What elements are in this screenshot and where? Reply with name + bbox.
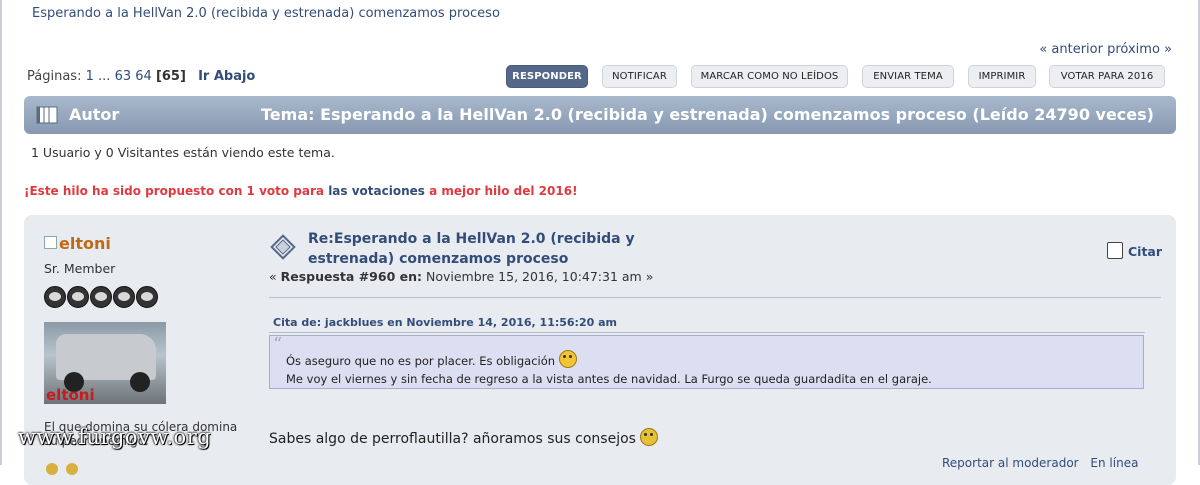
topic-title-header: Tema: Esperando a la HellVan 2.0 (recibi… — [261, 105, 1154, 124]
post-footer-links: Reportar al moderador En línea — [942, 456, 1138, 470]
rank-star-icon — [136, 286, 158, 308]
mark-unread-button[interactable]: MARCAR COMO NO LEÍDOS — [691, 65, 848, 88]
post-meta: « Respuesta #960 en: Noviembre 15, 2016,… — [269, 269, 653, 284]
rank-star-icon — [113, 286, 135, 308]
rank-stars — [44, 286, 159, 312]
post-divider — [269, 297, 1161, 298]
page-frame-left — [0, 0, 2, 465]
post-body: Sabes algo de perroflautilla? añoramos s… — [269, 428, 659, 447]
rank-star-icon — [67, 286, 89, 308]
notice-text-1: ¡Este hilo ha sido propuesto con 1 voto … — [24, 184, 329, 198]
post-meta-prefix: « — [269, 269, 281, 284]
site-watermark: www.furgovw.org — [18, 425, 212, 449]
crying-smiley-icon — [558, 350, 577, 368]
offline-status-icon — [44, 236, 57, 249]
pages-ellipsis[interactable]: ... — [98, 69, 110, 84]
post-icon — [270, 234, 296, 260]
page-link-64[interactable]: 64 — [135, 69, 152, 84]
topic-link[interactable]: Esperando a la HellVan 2.0 (recibida y e… — [32, 6, 500, 21]
avatar[interactable]: eltoni — [44, 322, 166, 404]
current-page: [65] — [155, 69, 186, 84]
notify-button[interactable]: NOTIFICAR — [602, 65, 677, 88]
prev-next-nav: « anterior próximo » — [1039, 42, 1172, 57]
prev-topic-link[interactable]: « anterior — [1039, 42, 1103, 57]
member-rank: Sr. Member — [44, 261, 116, 276]
vote-button[interactable]: VOTAR PARA 2016 — [1049, 65, 1165, 88]
rank-star-icon — [90, 286, 112, 308]
viewers-count: 1 Usuario y 0 Visitantes están viendo es… — [31, 145, 335, 160]
poster-name-text[interactable]: eltoni — [59, 234, 111, 253]
pages-label: Páginas: — [27, 69, 82, 84]
go-bottom-link[interactable]: Ir Abajo — [198, 69, 255, 84]
page-link-63[interactable]: 63 — [115, 69, 132, 84]
quote-label[interactable]: Citar — [1128, 244, 1162, 259]
vote-notice: ¡Este hilo ha sido propuesto con 1 voto … — [24, 184, 578, 198]
profile-icons — [46, 460, 86, 479]
pagination: Páginas: 1 ... 63 64 [65] Ir Abajo — [27, 69, 255, 84]
quote-text: Ós aseguro que no es por placer. Es obli… — [286, 350, 932, 388]
quote-header[interactable]: Cita de: jackblues en Noviembre 14, 2016… — [273, 316, 617, 329]
rank-star-icon — [44, 286, 66, 308]
page-link-1[interactable]: 1 — [86, 69, 94, 84]
post-title[interactable]: Re:Esperando a la HellVan 2.0 (recibida … — [308, 229, 698, 269]
quote-mark-icon: “ — [273, 334, 283, 355]
post-body-text: Sabes algo de perroflautilla? añoramos s… — [269, 431, 636, 447]
quote-line-2: Me voy el viernes y sin fecha de regreso… — [286, 372, 932, 386]
reply-button[interactable]: RESPONDER — [506, 65, 588, 88]
poster-name[interactable]: eltoni — [44, 234, 111, 253]
votes-link[interactable]: las votaciones — [328, 184, 425, 198]
reply-number[interactable]: Respuesta #960 en: — [281, 269, 422, 284]
avatar-caption: eltoni — [46, 386, 95, 404]
topic-header-bar: Autor Tema: Esperando a la HellVan 2.0 (… — [24, 96, 1176, 134]
print-button[interactable]: IMPRIMIR — [968, 65, 1036, 88]
topic-icon — [36, 106, 58, 124]
notice-text-2: a mejor hilo del 2016! — [424, 184, 578, 198]
online-status: En línea — [1090, 456, 1139, 470]
avatar-wheel — [130, 372, 150, 392]
quote-icon — [1107, 242, 1123, 259]
quote-divider — [269, 332, 1145, 333]
sad-smiley-icon — [640, 428, 659, 446]
report-moderator-link[interactable]: Reportar al moderador — [942, 456, 1079, 470]
next-topic-link[interactable]: próximo » — [1107, 42, 1172, 57]
post-date: Noviembre 15, 2016, 10:47:31 am » — [422, 269, 654, 284]
author-column-label: Autor — [69, 105, 120, 124]
quote-button[interactable]: Citar — [1107, 242, 1162, 259]
send-topic-button[interactable]: ENVIAR TEMA — [862, 65, 954, 88]
quote-line-1: Ós aseguro que no es por placer. Es obli… — [286, 354, 556, 368]
